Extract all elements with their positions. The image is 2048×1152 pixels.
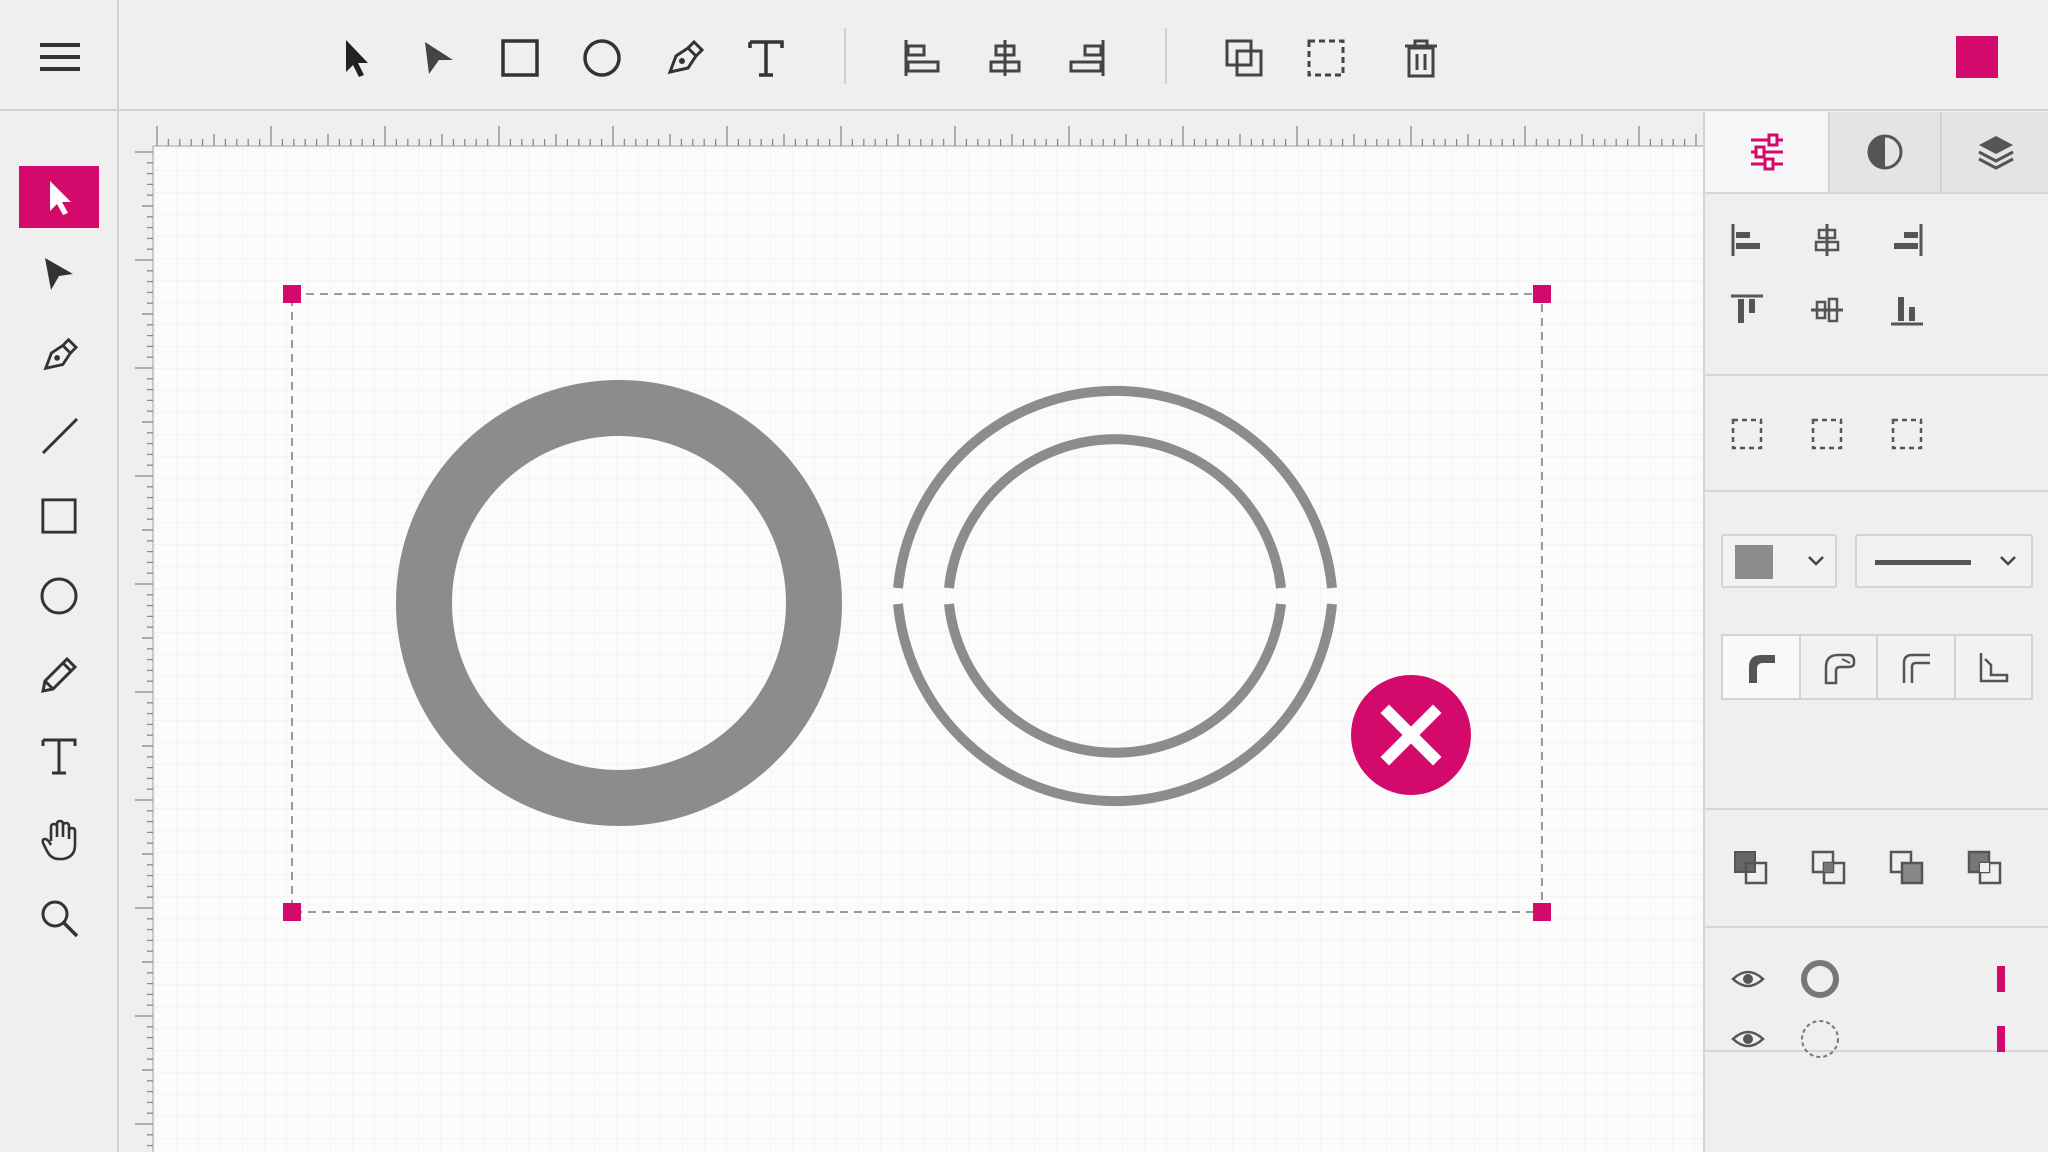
select-arrow-icon[interactable] bbox=[334, 36, 378, 80]
corner-miter-button[interactable] bbox=[1878, 636, 1956, 698]
properties-sliders-icon bbox=[1750, 133, 1783, 171]
align-top-icon[interactable] bbox=[1727, 290, 1767, 330]
fill-color-swatch bbox=[1735, 545, 1773, 579]
toolbar-separator bbox=[844, 28, 846, 84]
boolean-subtract-icon[interactable] bbox=[1809, 848, 1849, 888]
layers-list bbox=[1705, 928, 2048, 1058]
align-bottom-icon[interactable] bbox=[1887, 290, 1927, 330]
close-icon[interactable] bbox=[1351, 675, 1471, 795]
layer-row[interactable] bbox=[1705, 950, 2048, 1008]
selection-handle-bottom-right[interactable] bbox=[1533, 903, 1551, 921]
rectangle-icon bbox=[41, 498, 77, 534]
distribute-spacing-icon[interactable] bbox=[1887, 414, 1927, 454]
boolean-union-icon[interactable] bbox=[1731, 848, 1771, 888]
tab-appearance[interactable] bbox=[1828, 112, 1940, 192]
fill-color-dropdown[interactable] bbox=[1721, 534, 1837, 588]
menu-cell bbox=[0, 0, 119, 111]
dashed-circle-thumbnail bbox=[1801, 1020, 1839, 1058]
corner-bevel-icon bbox=[1825, 653, 1856, 685]
stroke-style-dropdown[interactable] bbox=[1855, 534, 2033, 588]
corner-round-icon bbox=[1748, 655, 1775, 683]
corner-square-icon bbox=[1980, 653, 2009, 683]
align-left-icon[interactable] bbox=[1727, 220, 1767, 260]
style-section bbox=[1705, 492, 2048, 810]
selection-handle-bottom-left[interactable] bbox=[283, 903, 301, 921]
tool-zoom[interactable] bbox=[19, 887, 99, 949]
distribute-horizontal-icon[interactable] bbox=[1727, 414, 1767, 454]
vector-editor-app bbox=[0, 0, 2048, 1152]
canvas-svg bbox=[121, 112, 1703, 1152]
tool-select[interactable] bbox=[19, 166, 99, 228]
text-icon[interactable] bbox=[744, 36, 788, 80]
canvas-grid bbox=[154, 148, 1703, 1152]
align-left-icon[interactable] bbox=[900, 36, 944, 80]
layer-color-indicator bbox=[1997, 966, 2005, 992]
tool-text[interactable] bbox=[19, 725, 99, 787]
visibility-eye-icon[interactable] bbox=[1731, 964, 1765, 994]
horizontal-ruler bbox=[121, 112, 1703, 147]
layers-stack-icon bbox=[1978, 136, 2014, 170]
current-color-swatch[interactable] bbox=[1956, 36, 1998, 78]
distribute-section bbox=[1705, 376, 2048, 492]
select-arrow-icon bbox=[50, 181, 71, 215]
boolean-exclude-icon[interactable] bbox=[1965, 848, 2005, 888]
toolbar-separator bbox=[1165, 28, 1167, 84]
tool-direct-select[interactable] bbox=[19, 243, 99, 305]
corner-round-button[interactable] bbox=[1723, 636, 1801, 698]
ellipse-icon[interactable] bbox=[580, 36, 624, 80]
rectangle-icon[interactable] bbox=[498, 36, 542, 80]
tool-pen[interactable] bbox=[19, 324, 99, 386]
tool-rectangle[interactable] bbox=[19, 485, 99, 547]
align-right-icon[interactable] bbox=[1065, 36, 1109, 80]
properties-panel bbox=[1703, 112, 2048, 1152]
left-toolbar bbox=[0, 111, 119, 1152]
stroke-line-preview bbox=[1875, 560, 1971, 565]
zoom-icon bbox=[41, 900, 79, 938]
tool-ellipse[interactable] bbox=[19, 565, 99, 627]
direct-select-icon[interactable] bbox=[415, 36, 459, 80]
corner-square-button[interactable] bbox=[1955, 636, 2031, 698]
chevron-down-icon bbox=[1808, 556, 1824, 566]
align-right-icon[interactable] bbox=[1887, 220, 1927, 260]
appearance-contrast-icon bbox=[1867, 134, 1903, 170]
pen-icon bbox=[43, 337, 78, 371]
tool-line[interactable] bbox=[19, 404, 99, 466]
tool-pencil[interactable] bbox=[19, 644, 99, 706]
drawing-canvas[interactable] bbox=[121, 112, 1703, 1152]
text-icon bbox=[41, 738, 77, 775]
pen-icon[interactable] bbox=[662, 36, 706, 80]
vertical-ruler bbox=[121, 112, 154, 1152]
trash-icon[interactable] bbox=[1399, 36, 1443, 80]
ellipse-icon bbox=[40, 577, 78, 615]
marquee-select-icon[interactable] bbox=[1304, 36, 1348, 80]
visibility-eye-icon[interactable] bbox=[1731, 1024, 1765, 1054]
ring-thumbnail bbox=[1801, 960, 1839, 998]
align-center-icon[interactable] bbox=[983, 36, 1027, 80]
align-horizontal-center-icon[interactable] bbox=[1807, 220, 1847, 260]
tab-properties[interactable] bbox=[1705, 112, 1828, 192]
corner-miter-icon bbox=[1902, 653, 1930, 683]
pencil-icon bbox=[41, 656, 78, 693]
duplicate-icon[interactable] bbox=[1222, 36, 1266, 80]
hamburger-menu-icon[interactable] bbox=[39, 36, 81, 78]
tab-layers[interactable] bbox=[1940, 112, 2048, 192]
top-toolbar bbox=[0, 0, 2048, 111]
distribute-vertical-icon[interactable] bbox=[1807, 414, 1847, 454]
direct-select-icon bbox=[45, 258, 73, 290]
boolean-intersect-icon[interactable] bbox=[1887, 848, 1927, 888]
hand-icon bbox=[41, 819, 77, 861]
chevron-down-icon bbox=[2000, 556, 2016, 566]
tool-hand[interactable] bbox=[19, 809, 99, 871]
corner-bevel-button[interactable] bbox=[1800, 636, 1878, 698]
layer-color-indicator bbox=[1997, 1026, 2005, 1052]
corner-style-segmented bbox=[1721, 634, 2033, 700]
line-icon bbox=[41, 417, 79, 455]
align-vertical-center-icon[interactable] bbox=[1807, 290, 1847, 330]
layer-row[interactable] bbox=[1705, 1010, 2048, 1068]
boolean-operations-section bbox=[1705, 810, 2048, 928]
selection-handle-top-left[interactable] bbox=[283, 285, 301, 303]
align-section bbox=[1705, 194, 2048, 376]
selection-handle-top-right[interactable] bbox=[1533, 285, 1551, 303]
